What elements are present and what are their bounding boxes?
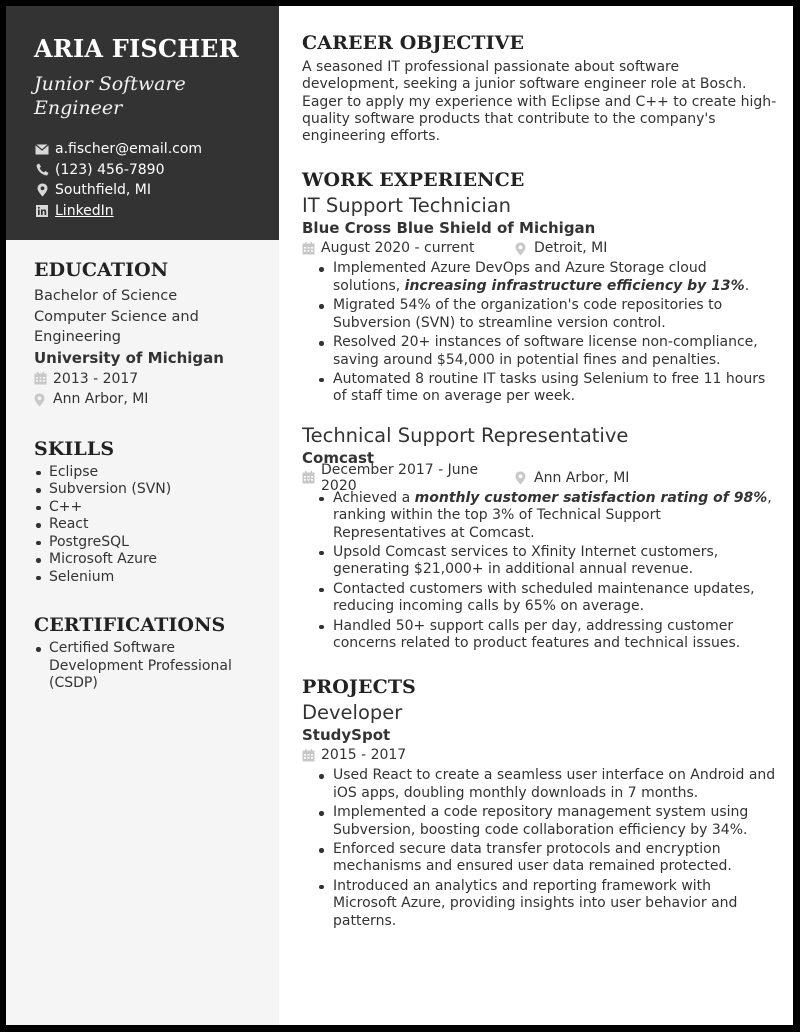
certification-item: Certified Software Development Professio… xyxy=(34,640,249,693)
education-field: Computer Science and Engineering xyxy=(34,308,199,346)
project-bullets: Used React to create a seamless user int… xyxy=(316,767,777,930)
candidate-title: Junior Software Engineer xyxy=(34,73,186,119)
project-bullet: Introduced an analytics and reporting fr… xyxy=(316,878,777,930)
project-bullet: Implemented a code repository management… xyxy=(316,804,777,839)
candidate-name: ARIA FISCHER xyxy=(34,34,239,63)
project-title: Developer xyxy=(302,701,403,725)
job-bullet: Contacted customers with scheduled maint… xyxy=(316,581,777,616)
certifications-heading: CERTIFICATIONS xyxy=(34,614,226,636)
calendar-icon xyxy=(302,471,315,484)
job-title: Technical Support Representative xyxy=(302,423,629,447)
project-meta: 2015 - 2017 xyxy=(302,745,777,765)
linkedin-icon xyxy=(35,204,49,218)
phone-text: (123) 456-7890 xyxy=(55,161,165,178)
map-pin-icon xyxy=(515,471,528,485)
skills-heading: SKILLS xyxy=(34,437,115,460)
objective-heading: CAREER OBJECTIVE xyxy=(302,32,525,54)
job-bullet: Achieved a monthly customer satisfaction… xyxy=(316,490,777,542)
linkedin-link[interactable]: LinkedIn xyxy=(55,203,114,219)
calendar-icon xyxy=(34,372,47,385)
project-dates: 2015 - 2017 xyxy=(321,747,407,764)
skill-item: Microsoft Azure xyxy=(34,551,264,569)
job-bullet: Migrated 54% of the organization's code … xyxy=(316,297,777,332)
skill-item: PostgreSQL xyxy=(34,534,264,552)
resume-page: ARIA FISCHER Junior Software Engineer a.… xyxy=(6,6,793,1025)
job-bullet: Implemented Azure DevOps and Azure Stora… xyxy=(316,260,777,295)
job-bullet: Automated 8 routine IT tasks using Selen… xyxy=(316,371,777,406)
education-section: EDUCATION Bachelor of Science Computer S… xyxy=(34,259,264,410)
job-dates: August 2020 - current xyxy=(321,240,475,257)
certifications-section: CERTIFICATIONS Certified Software Develo… xyxy=(34,614,264,693)
contact-list: a.fischer@email.com (123) 456-7890 South… xyxy=(35,139,202,221)
job-company: Blue Cross Blue Shield of Michigan xyxy=(302,219,596,238)
education-degree: Bachelor of Science xyxy=(34,288,178,304)
skill-item: Subversion (SVN) xyxy=(34,481,264,499)
project-company: StudySpot xyxy=(302,726,391,745)
phone-icon xyxy=(35,163,49,177)
skill-item: React xyxy=(34,516,264,534)
location-text: Southfield, MI xyxy=(55,182,152,199)
calendar-icon xyxy=(302,241,315,255)
contact-email: a.fischer@email.com xyxy=(35,139,202,160)
contact-phone: (123) 456-7890 xyxy=(35,160,202,181)
skills-list: Eclipse Subversion (SVN) C++ React Postg… xyxy=(34,464,264,587)
job-entry: Technical Support Representative Comcast… xyxy=(302,423,777,653)
job-location: Detroit, MI xyxy=(534,240,608,257)
contact-location: Southfield, MI xyxy=(35,180,202,201)
job-bullet: Resolved 20+ instances of software licen… xyxy=(316,334,777,369)
objective-section: CAREER OBJECTIVE A seasoned IT professio… xyxy=(302,32,777,145)
contact-linkedin[interactable]: LinkedIn xyxy=(35,201,202,222)
skill-item: Eclipse xyxy=(34,464,264,482)
projects-heading: PROJECTS xyxy=(302,676,416,699)
map-pin-icon xyxy=(35,183,49,197)
projects-section: PROJECTS Developer StudySpot 2015 - 2017… xyxy=(302,676,777,930)
job-bullets: Implemented Azure DevOps and Azure Stora… xyxy=(316,260,777,405)
skill-item: Selenium xyxy=(34,569,264,587)
project-entry: Developer StudySpot 2015 - 2017 Used Rea… xyxy=(302,700,777,930)
sidebar-content: EDUCATION Bachelor of Science Computer S… xyxy=(34,259,264,693)
project-bullet: Used React to create a seamless user int… xyxy=(316,767,777,802)
map-pin-icon xyxy=(515,242,528,256)
education-dates: 2013 - 2017 xyxy=(53,370,139,387)
education-school: University of Michigan xyxy=(34,348,224,367)
calendar-icon xyxy=(302,748,315,762)
job-title: IT Support Technician xyxy=(302,194,512,218)
objective-text: A seasoned IT professional passionate ab… xyxy=(302,59,777,145)
education-location: Ann Arbor, MI xyxy=(53,391,149,408)
job-entry: IT Support Technician Blue Cross Blue Sh… xyxy=(302,193,777,405)
project-bullet: Enforced secure data transfer protocols … xyxy=(316,841,777,876)
envelope-icon xyxy=(35,142,49,156)
skills-section: SKILLS Eclipse Subversion (SVN) C++ Reac… xyxy=(34,438,264,587)
skill-item: C++ xyxy=(34,499,264,517)
job-bullets: Achieved a monthly customer satisfaction… xyxy=(316,490,777,653)
job-bullet: Upsold Comcast services to Xfinity Inter… xyxy=(316,544,777,579)
experience-heading: WORK EXPERIENCE xyxy=(302,169,525,192)
education-heading: EDUCATION xyxy=(34,259,169,281)
job-location: Ann Arbor, MI xyxy=(534,469,630,486)
job-meta: December 2017 - June 2020 Ann Arbor, MI xyxy=(302,462,777,494)
certifications-list: Certified Software Development Professio… xyxy=(34,640,249,693)
header-block: ARIA FISCHER Junior Software Engineer a.… xyxy=(6,6,279,240)
email-text: a.fischer@email.com xyxy=(55,141,203,158)
map-pin-icon xyxy=(34,393,47,407)
experience-section: WORK EXPERIENCE IT Support Technician Bl… xyxy=(302,169,777,652)
job-meta: August 2020 - current Detroit, MI xyxy=(302,238,777,258)
education-dates-row: 2013 - 2017 xyxy=(34,369,264,390)
education-location-row: Ann Arbor, MI xyxy=(34,389,264,410)
main-content: CAREER OBJECTIVE A seasoned IT professio… xyxy=(302,32,777,932)
job-bullet: Handled 50+ support calls per day, addre… xyxy=(316,618,777,653)
